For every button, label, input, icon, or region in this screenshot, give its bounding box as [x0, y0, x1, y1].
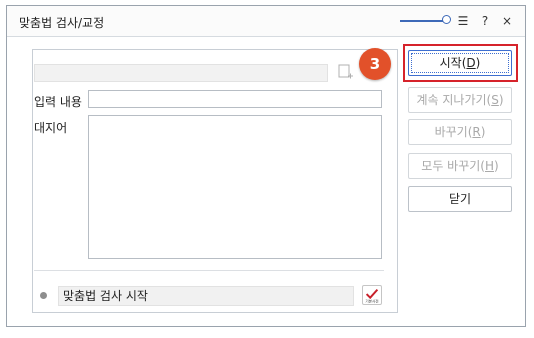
title-bar: 맞춤법 검사/교정 ☰ ? ×: [7, 6, 525, 37]
error-context-field: [34, 64, 328, 82]
start-label: 시작: [439, 56, 462, 70]
step-badge: 3: [359, 48, 391, 80]
close-button[interactable]: 닫기: [408, 186, 512, 212]
help-icon[interactable]: ?: [478, 14, 492, 28]
opacity-slider-knob[interactable]: [442, 15, 451, 24]
opacity-slider-track[interactable]: [400, 20, 446, 22]
skip-key: S: [491, 93, 499, 107]
separator: [34, 270, 384, 271]
status-text: 맞춤법 검사 시작: [58, 286, 354, 306]
start-button[interactable]: 시작(D): [408, 50, 512, 76]
replace-all-key: H: [484, 159, 495, 173]
input-label: 입력 내용: [34, 95, 82, 109]
skip-button[interactable]: 계속 지나가기(S): [408, 87, 512, 113]
list-icon[interactable]: ☰: [456, 14, 470, 28]
replace-all-button[interactable]: 모두 바꾸기(H): [408, 153, 512, 179]
replace-key: R: [472, 125, 481, 139]
start-key: D: [466, 56, 476, 70]
add-dictionary-icon[interactable]: [338, 64, 354, 80]
status-dot: [40, 292, 47, 299]
replace-label: 바꾸기: [434, 125, 468, 139]
suggestion-list[interactable]: [88, 115, 382, 259]
check-icon-caption: 기본사전: [365, 299, 378, 304]
close-icon[interactable]: ×: [500, 14, 514, 28]
replace-all-label: 모두 바꾸기: [421, 159, 481, 173]
dictionary-check-icon[interactable]: 기본사전: [362, 285, 382, 305]
dialog-title: 맞춤법 검사/교정: [19, 16, 105, 30]
skip-label: 계속 지나가기: [416, 93, 487, 107]
suggestion-label: 대지어: [34, 121, 68, 135]
replace-button[interactable]: 바꾸기(R): [408, 119, 512, 145]
input-field[interactable]: [88, 90, 382, 108]
